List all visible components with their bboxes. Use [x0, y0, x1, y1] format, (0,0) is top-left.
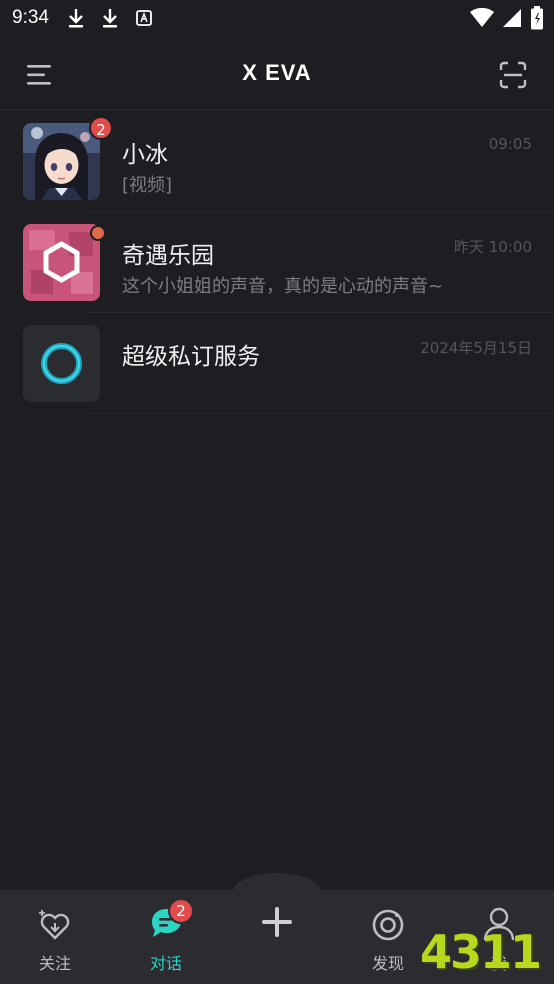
tab-follow[interactable]: 关注 — [0, 890, 110, 984]
unread-dot — [90, 225, 106, 241]
conversation-time: 昨天 10:00 — [454, 238, 532, 256]
status-time: 9:34 — [12, 7, 49, 28]
avatar — [23, 123, 100, 200]
conversation-item-xiaobing[interactable]: 小冰 [视频] 09:05 — [0, 111, 554, 212]
battery-icon — [530, 6, 544, 35]
font-icon — [135, 7, 153, 29]
conversation-time: 2024年5月15日 — [420, 339, 532, 357]
download-icon — [67, 7, 85, 29]
wifi-icon — [470, 7, 494, 33]
conversation-preview: [视频] — [122, 175, 173, 196]
download-icon — [101, 7, 119, 29]
scan-icon[interactable] — [498, 60, 528, 90]
conversation-preview: 这个小姐姐的声音，真的是心动的声音~ — [122, 276, 444, 297]
camera-icon — [370, 906, 406, 942]
top-bar: X EVA — [0, 40, 554, 110]
tab-label: 关注 — [38, 954, 71, 973]
avatar — [23, 224, 100, 301]
unread-badge: 2 — [89, 116, 113, 140]
tab-add[interactable] — [222, 890, 332, 984]
conversation-name: 奇遇乐园 — [122, 243, 214, 269]
conversation-name: 超级私订服务 — [122, 344, 260, 370]
status-bar: 9:34 — [0, 0, 554, 36]
tab-chat[interactable]: 对话 — [111, 890, 221, 984]
tab-label: 对话 — [149, 954, 182, 973]
plus-icon — [259, 904, 295, 940]
conversation-name: 小冰 — [122, 142, 168, 168]
conversation-time: 09:05 — [488, 135, 532, 153]
conversation-item-qiyu[interactable]: 奇遇乐园 这个小姐姐的声音，真的是心动的声音~ 昨天 10:00 — [0, 212, 554, 313]
chat-tab-badge: 2 — [168, 898, 194, 924]
conversation-item-service[interactable]: 超级私订服务 2024年5月15日 — [0, 313, 554, 414]
conversation-list: 小冰 [视频] 09:05 奇遇乐园 这个小姐姐的声音，真的是心动的声音~ 昨天… — [0, 111, 554, 414]
avatar — [23, 325, 100, 402]
site-watermark: 4311 — [420, 925, 542, 979]
app-logo: X EVA — [242, 60, 312, 85]
divider — [86, 413, 554, 414]
heart-sparkle-icon — [37, 906, 73, 942]
signal-icon — [502, 8, 522, 33]
